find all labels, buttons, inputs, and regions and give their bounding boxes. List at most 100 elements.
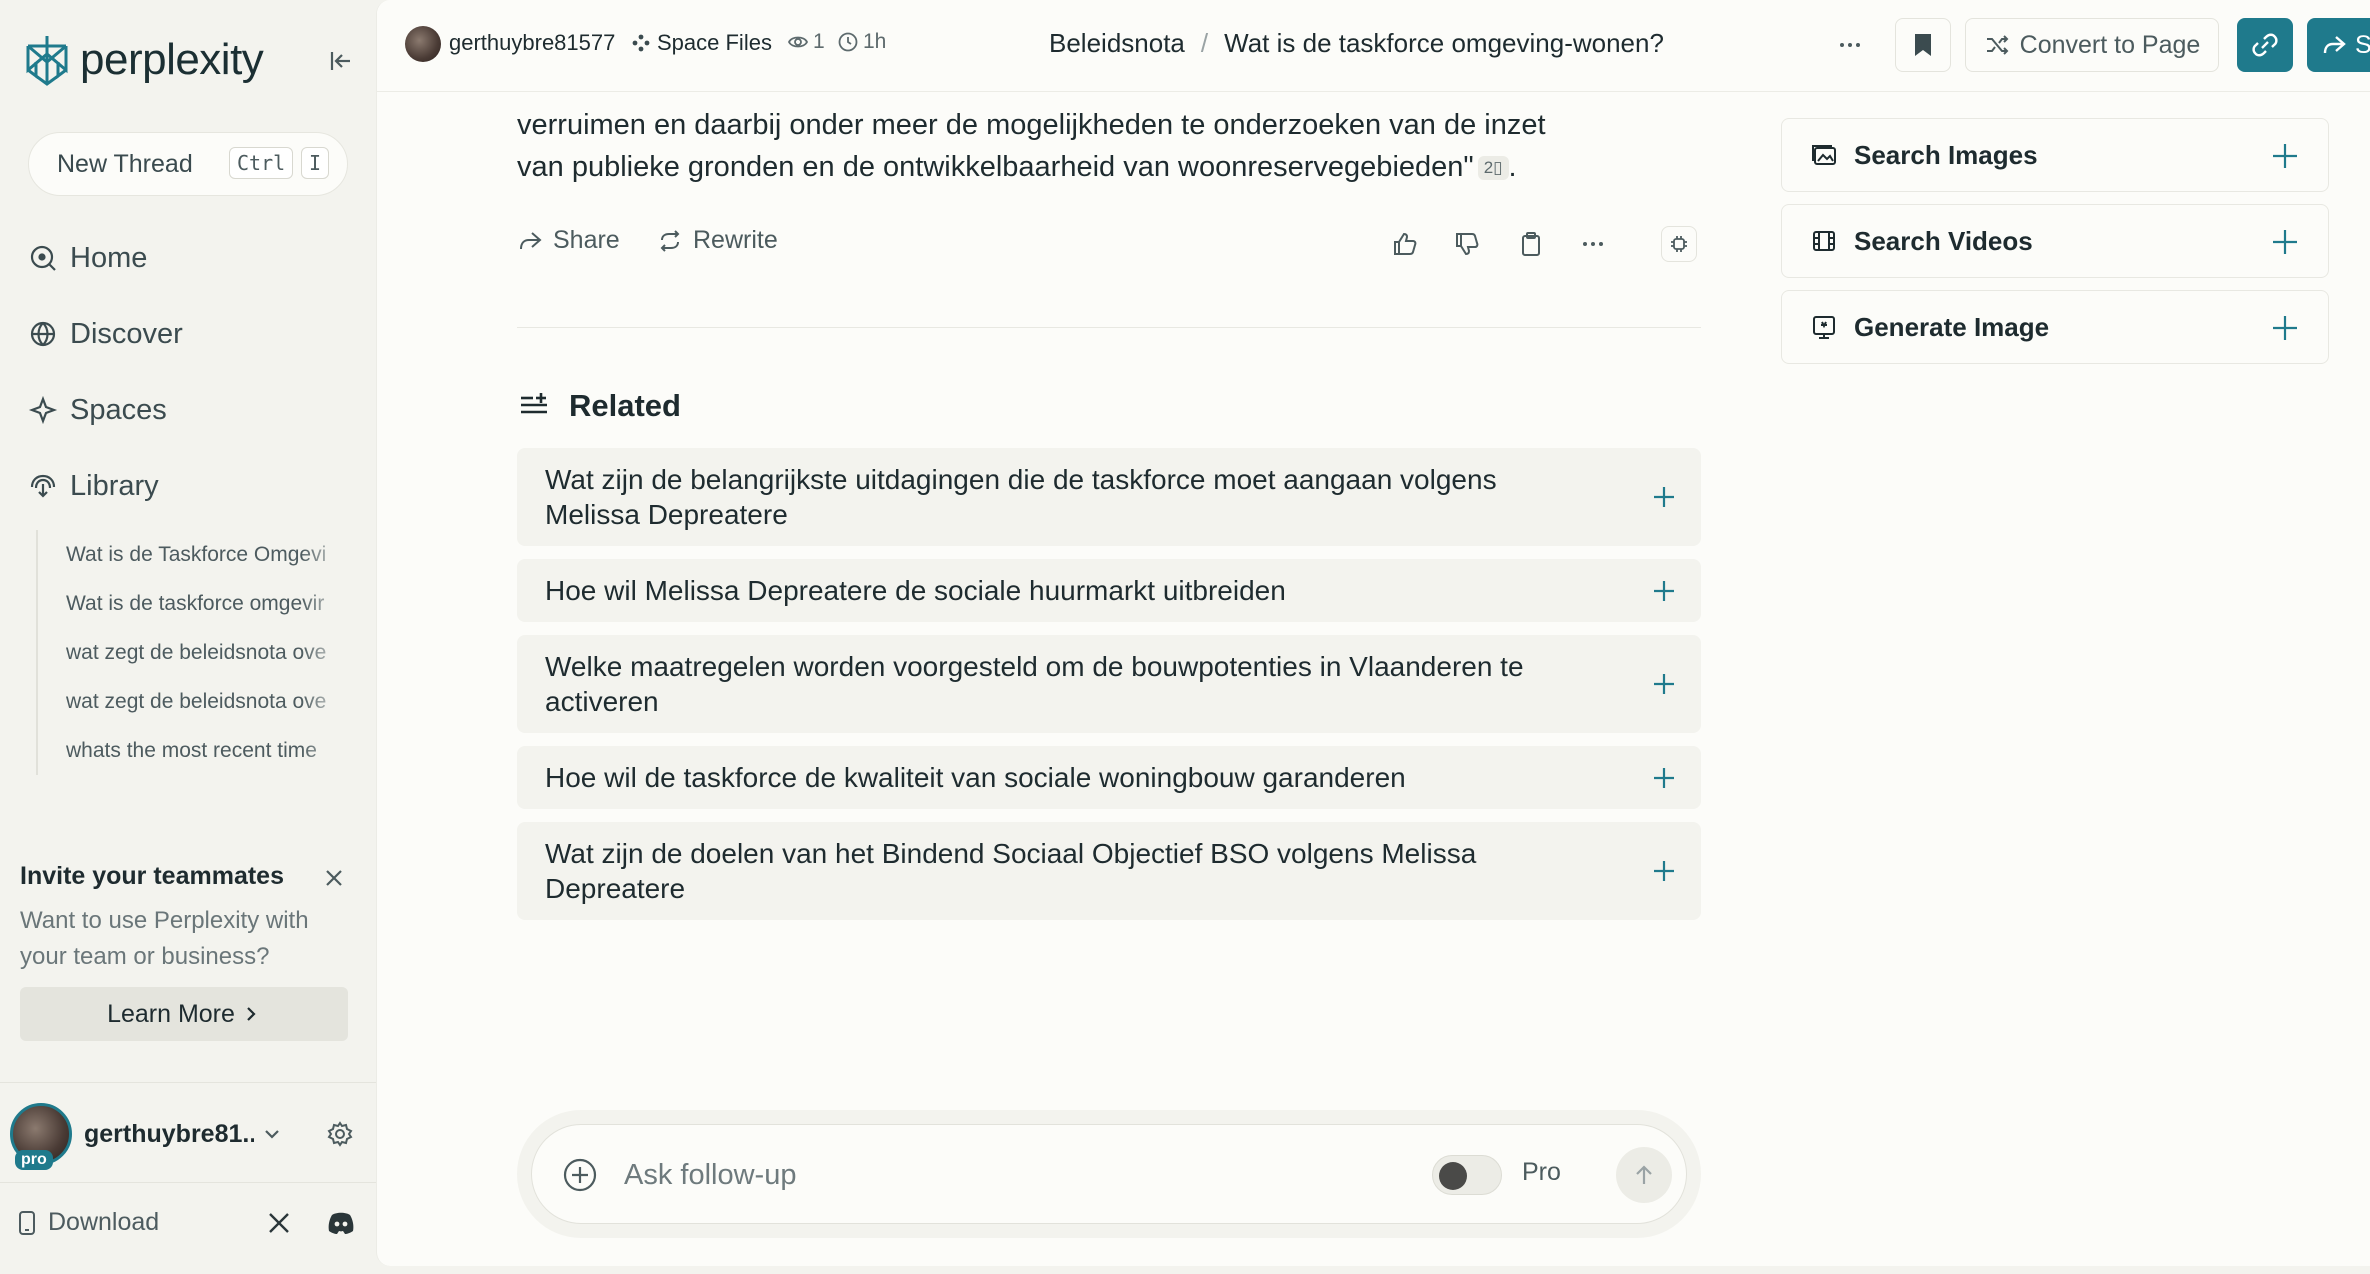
convert-to-page-label: Convert to Page xyxy=(2019,30,2201,59)
related-header: Related xyxy=(517,388,681,424)
download-label: Download xyxy=(48,1208,160,1236)
x-icon xyxy=(269,1213,289,1233)
related-question-item[interactable]: Wat zijn de belangrijkste uitdagingen di… xyxy=(517,448,1701,546)
related-question-text: Welke maatregelen worden voorgesteld om … xyxy=(545,651,1524,717)
download-button[interactable]: Download xyxy=(16,1208,159,1237)
invite-close-button[interactable] xyxy=(322,866,346,890)
learn-more-button[interactable]: Learn More xyxy=(20,987,348,1041)
more-answer-options-button[interactable] xyxy=(1579,230,1607,258)
space-files-label: Space Files xyxy=(657,30,772,55)
bookmark-button[interactable] xyxy=(1895,18,1951,72)
plus-icon xyxy=(2273,230,2297,254)
bookmark-icon xyxy=(1915,34,1931,56)
citation-number: 2 xyxy=(1483,158,1494,177)
model-info-button[interactable] xyxy=(1661,226,1697,262)
answer-text: verruimen en daarbij onder meer de mogel… xyxy=(517,109,1546,183)
eye-icon xyxy=(787,36,809,48)
breadcrumb-parent[interactable]: Beleidsnota xyxy=(1049,28,1185,59)
gear-icon xyxy=(327,1121,353,1147)
thumbs-down-button[interactable] xyxy=(1453,230,1481,258)
citation-badge[interactable]: 2▯ xyxy=(1477,156,1509,180)
library-thread-item[interactable]: Wat is de taskforce omgevir xyxy=(38,579,348,628)
library-icon xyxy=(30,474,56,498)
media-panel: Search Images Search Videos Generate Ima… xyxy=(1781,118,2329,376)
follow-up-input[interactable] xyxy=(624,1149,1404,1201)
invite-teammates-card: Invite your teammates Want to use Perple… xyxy=(20,862,350,1041)
settings-button[interactable] xyxy=(326,1120,354,1148)
discord-social-link[interactable] xyxy=(326,1210,356,1236)
related-question-item[interactable]: Hoe wil Melissa Depreatere de sociale hu… xyxy=(517,559,1701,622)
more-options-button[interactable] xyxy=(1835,30,1865,60)
copy-link-button[interactable] xyxy=(2237,18,2293,72)
convert-to-page-button[interactable]: Convert to Page xyxy=(1965,18,2219,72)
video-icon xyxy=(1813,231,1835,251)
library-thread-item[interactable]: wat zegt de beleidsnota ove xyxy=(38,677,348,726)
spaces-icon xyxy=(28,395,58,425)
related-question-item[interactable]: Wat zijn de doelen van het Bindend Socia… xyxy=(517,822,1701,920)
arrow-up-icon xyxy=(1636,1165,1652,1184)
discord-icon xyxy=(328,1212,354,1234)
sidebar-item-library[interactable]: Library xyxy=(28,462,159,510)
x-social-link[interactable] xyxy=(266,1210,292,1236)
generate-image-icon xyxy=(1813,316,1835,339)
generate-image-button[interactable]: Generate Image xyxy=(1781,290,2329,364)
library-thread-item[interactable]: wat zegt de beleidsnota ove xyxy=(38,628,348,677)
brand-logo[interactable]: perplexity xyxy=(24,32,264,88)
search-images-button[interactable]: Search Images xyxy=(1781,118,2329,192)
space-files-link[interactable]: Space Files xyxy=(631,30,772,56)
submit-button[interactable] xyxy=(1616,1147,1672,1203)
rewrite-button[interactable]: Rewrite xyxy=(657,226,778,255)
main-panel: gerthuybre81577 Space Files 1 1h Beleids… xyxy=(376,0,2370,1266)
related-list-icon xyxy=(521,393,547,414)
plus-icon xyxy=(2273,144,2297,168)
thread-age: 1h xyxy=(837,30,886,54)
related-title: Related xyxy=(569,388,681,423)
thread-author-avatar[interactable] xyxy=(405,26,441,62)
view-count: 1 xyxy=(787,30,825,54)
plus-icon xyxy=(1654,487,1674,507)
avatar[interactable]: pro xyxy=(10,1103,72,1170)
collapse-sidebar-button[interactable] xyxy=(326,46,356,76)
brand-name: perplexity xyxy=(80,35,264,84)
shortcut-key: I xyxy=(301,147,330,179)
thread-header: gerthuybre81577 Space Files 1 1h Beleids… xyxy=(377,0,2370,92)
cpu-icon xyxy=(1671,236,1687,252)
search-videos-button[interactable]: Search Videos xyxy=(1781,204,2329,278)
answer-actions: Share Rewrite xyxy=(517,226,1701,262)
attach-button[interactable] xyxy=(562,1157,598,1193)
user-account-row: pro gerthuybre81... xyxy=(10,1102,360,1170)
chevron-down-icon[interactable] xyxy=(260,1122,284,1146)
sidebar-item-label: Home xyxy=(70,241,148,274)
share-answer-button[interactable]: Share xyxy=(517,226,620,255)
related-question-item[interactable]: Hoe wil de taskforce de kwaliteit van so… xyxy=(517,746,1701,809)
plus-icon xyxy=(2273,316,2297,340)
related-question-item[interactable]: Welke maatregelen worden voorgesteld om … xyxy=(517,635,1701,733)
sidebar-item-label: Library xyxy=(70,469,159,502)
pro-toggle[interactable] xyxy=(1432,1155,1502,1195)
breadcrumb: Beleidsnota / Wat is de taskforce omgevi… xyxy=(1049,28,1664,59)
related-question-text: Hoe wil de taskforce de kwaliteit van so… xyxy=(545,762,1406,793)
answer-trailing: . xyxy=(1508,151,1517,183)
copy-button[interactable] xyxy=(1517,230,1545,258)
thread-author-name[interactable]: gerthuybre81577 xyxy=(449,30,615,56)
user-name[interactable]: gerthuybre81... xyxy=(84,1120,254,1149)
thumbs-up-icon xyxy=(1394,232,1417,255)
library-thread-item[interactable]: whats the most recent time xyxy=(38,726,348,775)
sidebar: perplexity New Thread Ctrl I Home Discov… xyxy=(0,0,376,1274)
invite-title: Invite your teammates xyxy=(20,862,284,890)
related-question-text: Hoe wil Melissa Depreatere de sociale hu… xyxy=(545,575,1286,606)
share-thread-button[interactable]: S xyxy=(2307,18,2370,72)
plus-icon xyxy=(1654,580,1674,601)
sidebar-item-discover[interactable]: Discover xyxy=(28,310,183,358)
plus-icon xyxy=(1654,861,1674,881)
pro-toggle-knob xyxy=(1439,1162,1467,1190)
share-icon xyxy=(2323,36,2346,54)
ellipsis-icon xyxy=(1840,43,1860,47)
link-icon xyxy=(2252,33,2278,57)
sidebar-item-label: Discover xyxy=(70,317,183,350)
sidebar-item-spaces[interactable]: Spaces xyxy=(28,386,167,434)
library-thread-item[interactable]: Wat is de Taskforce Omgevi xyxy=(38,530,348,579)
sidebar-item-home[interactable]: Home xyxy=(28,234,147,282)
new-thread-button[interactable]: New Thread Ctrl I xyxy=(28,132,348,196)
thumbs-up-button[interactable] xyxy=(1391,230,1419,258)
